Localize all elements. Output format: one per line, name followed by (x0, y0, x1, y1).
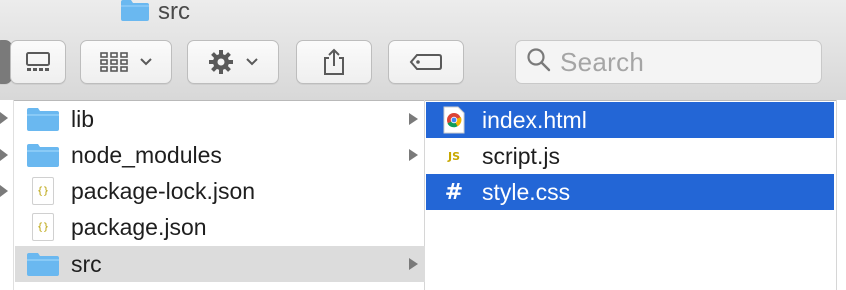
search-field[interactable]: Search (515, 40, 822, 84)
view-mode-button[interactable] (10, 40, 66, 84)
share-button[interactable] (296, 40, 372, 84)
chevron-down-icon (139, 57, 153, 67)
tags-button[interactable] (388, 40, 464, 84)
finder-toolbar: src Search (0, 0, 846, 101)
item-label: script.js (482, 142, 560, 169)
item-label: package.json (71, 213, 207, 240)
grid-view-icon (99, 51, 129, 73)
action-button[interactable] (187, 40, 279, 84)
list-item[interactable]: JS script.js (426, 138, 834, 174)
search-placeholder: Search (560, 46, 645, 77)
list-item-selected[interactable]: index.html (426, 102, 834, 138)
item-label: index.html (482, 106, 587, 133)
chevron-right-icon (409, 258, 418, 270)
disclosure-arrow-icon[interactable] (0, 185, 8, 197)
disclosure-arrow-icon[interactable] (0, 112, 8, 124)
folder-icon (120, 0, 150, 27)
list-item[interactable]: {} package-lock.json (15, 173, 425, 209)
column-next-edge (836, 100, 846, 290)
list-item-selected[interactable]: src (15, 246, 425, 282)
chrome-html-file-icon (436, 106, 472, 134)
window-title: src (120, 0, 190, 30)
list-item[interactable]: lib (15, 101, 425, 137)
folder-icon (25, 106, 61, 132)
css-file-icon: # (444, 179, 464, 205)
json-file-icon: {} (25, 177, 61, 205)
window-title-text: src (158, 0, 190, 25)
item-label: package-lock.json (71, 177, 256, 204)
search-icon (526, 47, 552, 78)
item-label: lib (71, 105, 95, 132)
group-button[interactable] (80, 40, 172, 84)
gear-icon (207, 48, 235, 76)
item-label: src (71, 250, 102, 277)
chevron-down-icon (245, 57, 259, 67)
chevron-right-icon (409, 113, 418, 125)
item-label: style.css (482, 178, 571, 205)
share-icon (322, 48, 346, 76)
folder-icon (25, 251, 61, 277)
folder-icon (25, 142, 61, 168)
column-view-icon (25, 51, 51, 73)
list-item[interactable]: node_modules (15, 137, 425, 173)
list-item[interactable]: {} package.json (15, 209, 425, 245)
tag-icon (409, 53, 443, 71)
chevron-right-icon (409, 149, 418, 161)
js-file-icon: JS (447, 149, 460, 163)
disclosure-arrow-icon[interactable] (0, 149, 8, 161)
json-file-icon: {} (25, 213, 61, 241)
list-item-selected[interactable]: # style.css (426, 174, 834, 210)
item-label: node_modules (71, 141, 222, 168)
